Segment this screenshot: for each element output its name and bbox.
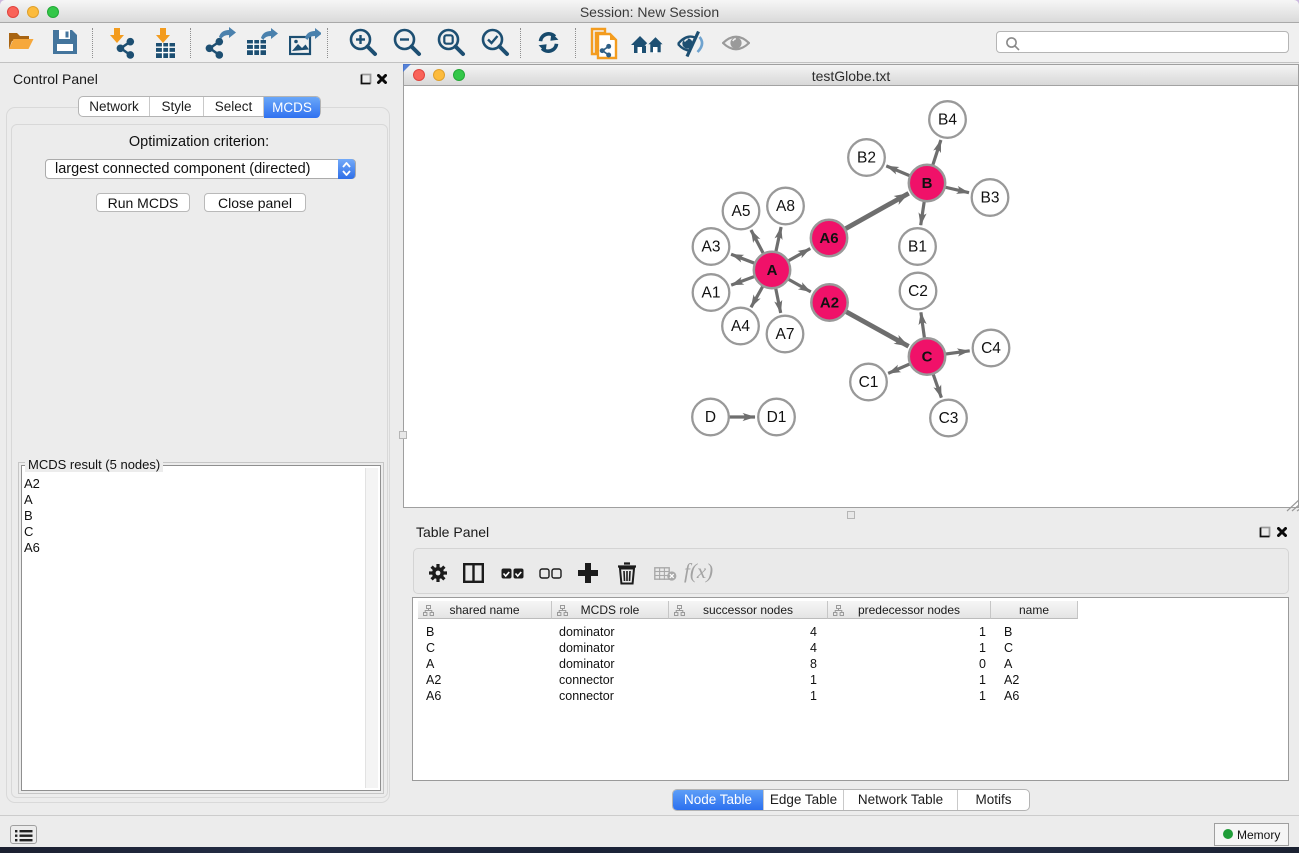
svg-text:B: B	[922, 175, 933, 192]
svg-text:B2: B2	[857, 150, 876, 167]
svg-text:A6: A6	[819, 230, 838, 247]
svg-text:B3: B3	[981, 190, 1000, 207]
svg-text:A4: A4	[731, 318, 750, 335]
svg-text:B4: B4	[938, 112, 957, 129]
svg-text:C4: C4	[981, 340, 1001, 357]
svg-text:D: D	[705, 409, 716, 426]
svg-text:D1: D1	[767, 409, 787, 426]
svg-text:C1: C1	[859, 374, 879, 391]
svg-text:B1: B1	[908, 239, 927, 256]
svg-text:A2: A2	[820, 295, 839, 312]
svg-text:C: C	[922, 349, 933, 366]
svg-text:C2: C2	[908, 283, 928, 300]
svg-text:A5: A5	[732, 203, 751, 220]
svg-text:A1: A1	[702, 285, 721, 302]
svg-text:A3: A3	[702, 239, 721, 256]
svg-text:A8: A8	[776, 198, 795, 215]
svg-text:C3: C3	[939, 410, 959, 427]
svg-text:A: A	[767, 262, 778, 279]
svg-text:A7: A7	[776, 326, 795, 343]
